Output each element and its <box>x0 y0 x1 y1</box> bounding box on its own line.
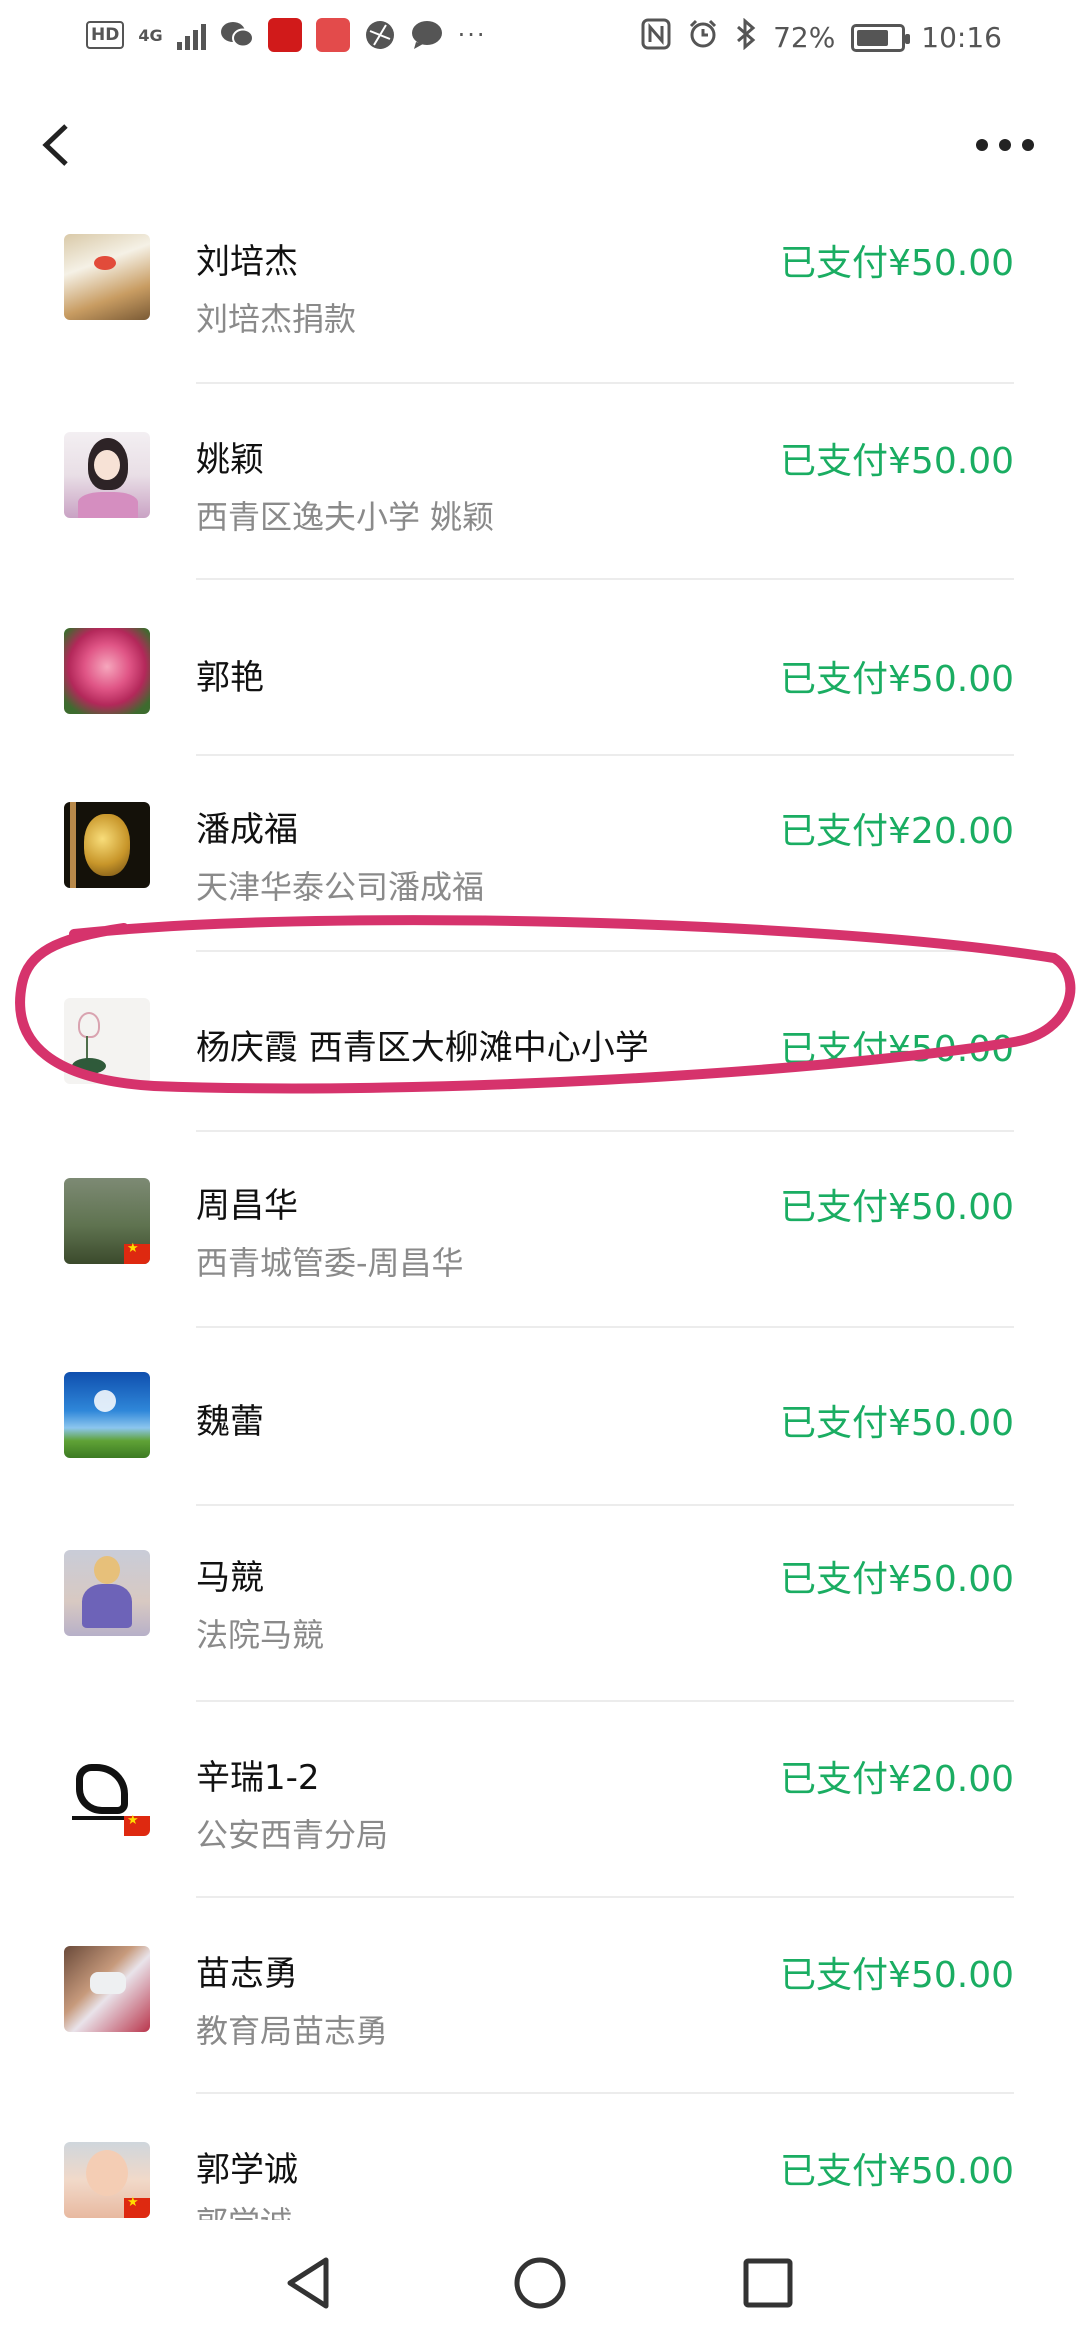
system-recents-button[interactable] <box>728 2248 808 2318</box>
status-right-icons: 72% 10:16 <box>641 17 1002 57</box>
payer-name: 辛瑞1-2 <box>196 1758 320 1798</box>
battery-percent: 72% <box>773 21 836 54</box>
payment-amount: 已支付¥50.00 <box>780 441 1014 482</box>
avatar <box>64 2142 150 2218</box>
payer-name: 姚颖 <box>196 440 264 480</box>
payment-row[interactable]: 魏蕾 已支付¥50.00 <box>0 1328 1080 1506</box>
payer-name: 周昌华 <box>196 1186 298 1226</box>
triangle-back-icon <box>287 2257 329 2309</box>
payer-note: 法院马競 <box>196 1616 325 1654</box>
payment-amount: 已支付¥50.00 <box>780 243 1014 284</box>
square-recents-icon <box>743 2258 793 2308</box>
payment-amount: 已支付¥50.00 <box>780 1403 1014 1444</box>
payer-note: 教育局苗志勇 <box>196 2012 389 2050</box>
more-dots-icon <box>976 139 1034 151</box>
network-type-label: 4G <box>138 25 163 45</box>
payer-name: 郭艳 <box>196 658 264 698</box>
payment-row[interactable]: 辛瑞1-2 公安西青分局 已支付¥20.00 <box>0 1702 1080 1898</box>
navigation-bar <box>0 80 1080 210</box>
nfc-icon <box>641 18 671 57</box>
payer-name: 郭学诚 <box>196 2150 298 2190</box>
browser-icon <box>364 19 396 51</box>
payment-row[interactable]: 周昌华 西青城管委-周昌华 已支付¥50.00 <box>0 1132 1080 1328</box>
payer-note: 西青城管委-周昌华 <box>196 1244 464 1282</box>
avatar <box>64 234 150 320</box>
payer-note: 天津华泰公司潘成福 <box>196 868 485 906</box>
app-red-icon <box>267 18 302 52</box>
avatar <box>64 628 150 714</box>
payment-amount: 已支付¥50.00 <box>780 1029 1014 1070</box>
circle-home-icon <box>514 2257 566 2309</box>
wechat-icon <box>220 20 254 50</box>
payer-name: 潘成福 <box>196 810 298 850</box>
bluetooth-icon <box>735 17 757 57</box>
payment-amount: 已支付¥50.00 <box>780 1187 1014 1228</box>
payment-row-highlighted[interactable]: 杨庆霞 西青区大柳滩中心小学 已支付¥50.00 <box>0 952 1080 1132</box>
payment-amount: 已支付¥20.00 <box>780 1759 1014 1800</box>
chevron-left-icon <box>42 124 68 166</box>
avatar <box>64 802 150 888</box>
status-left-icons: HD 4G ··· <box>86 18 487 52</box>
payment-row[interactable]: 刘培杰 刘培杰捐款 已支付¥50.00 <box>0 210 1080 384</box>
avatar <box>64 432 150 518</box>
clock: 10:16 <box>921 21 1002 54</box>
payer-name: 杨庆霞 西青区大柳滩中心小学 <box>196 1028 649 1068</box>
payment-row[interactable]: 郭学诚 郭学诚 已支付¥50.00 <box>0 2094 1080 2220</box>
battery-icon <box>851 23 911 52</box>
signal-icon <box>176 20 206 50</box>
back-button[interactable] <box>30 110 90 180</box>
payment-row[interactable]: 马競 法院马競 已支付¥50.00 <box>0 1506 1080 1702</box>
avatar <box>64 1372 150 1458</box>
payment-amount: 已支付¥50.00 <box>780 1955 1014 1996</box>
payer-note: 刘培杰捐款 <box>196 300 357 338</box>
payment-amount: 已支付¥50.00 <box>780 2151 1014 2192</box>
payment-row[interactable]: 姚颖 西青区逸夫小学 姚颖 已支付¥50.00 <box>0 384 1080 580</box>
payer-name: 马競 <box>196 1558 264 1598</box>
alarm-icon <box>687 18 719 57</box>
payment-amount: 已支付¥20.00 <box>780 811 1014 852</box>
message-icon <box>410 20 444 50</box>
hd-badge: HD <box>86 21 125 49</box>
system-home-button[interactable] <box>500 2248 580 2318</box>
payment-row[interactable]: 苗志勇 教育局苗志勇 已支付¥50.00 <box>0 1898 1080 2094</box>
payer-name: 苗志勇 <box>196 1954 298 1994</box>
payer-name: 魏蕾 <box>196 1402 264 1442</box>
avatar <box>64 1178 150 1264</box>
china-flag-icon <box>124 1813 150 1836</box>
payer-name: 刘培杰 <box>196 242 298 282</box>
status-bar: HD 4G ··· 72% 10:16 <box>0 0 1080 80</box>
payer-note: 郭学诚 <box>196 2198 292 2220</box>
more-options-button[interactable] <box>970 120 1040 170</box>
avatar <box>64 1550 150 1636</box>
avatar <box>64 998 150 1084</box>
avatar <box>64 1946 150 2032</box>
battery-level-fill <box>857 29 888 46</box>
book-app-icon <box>315 18 350 52</box>
china-flag-icon <box>124 1241 150 1264</box>
system-navigation-bar <box>0 2220 1080 2340</box>
system-back-button[interactable] <box>270 2248 350 2318</box>
china-flag-icon <box>124 2195 150 2218</box>
payer-note: 公安西青分局 <box>196 1816 389 1854</box>
payment-amount: 已支付¥50.00 <box>780 659 1014 700</box>
payment-amount: 已支付¥50.00 <box>780 1559 1014 1600</box>
payment-row[interactable]: 郭艳 已支付¥50.00 <box>0 580 1080 756</box>
more-notifications-icon: ··· <box>457 21 487 49</box>
avatar <box>64 1750 150 1836</box>
payer-note: 西青区逸夫小学 姚颖 <box>196 498 495 536</box>
payment-row[interactable]: 潘成福 天津华泰公司潘成福 已支付¥20.00 <box>0 756 1080 952</box>
